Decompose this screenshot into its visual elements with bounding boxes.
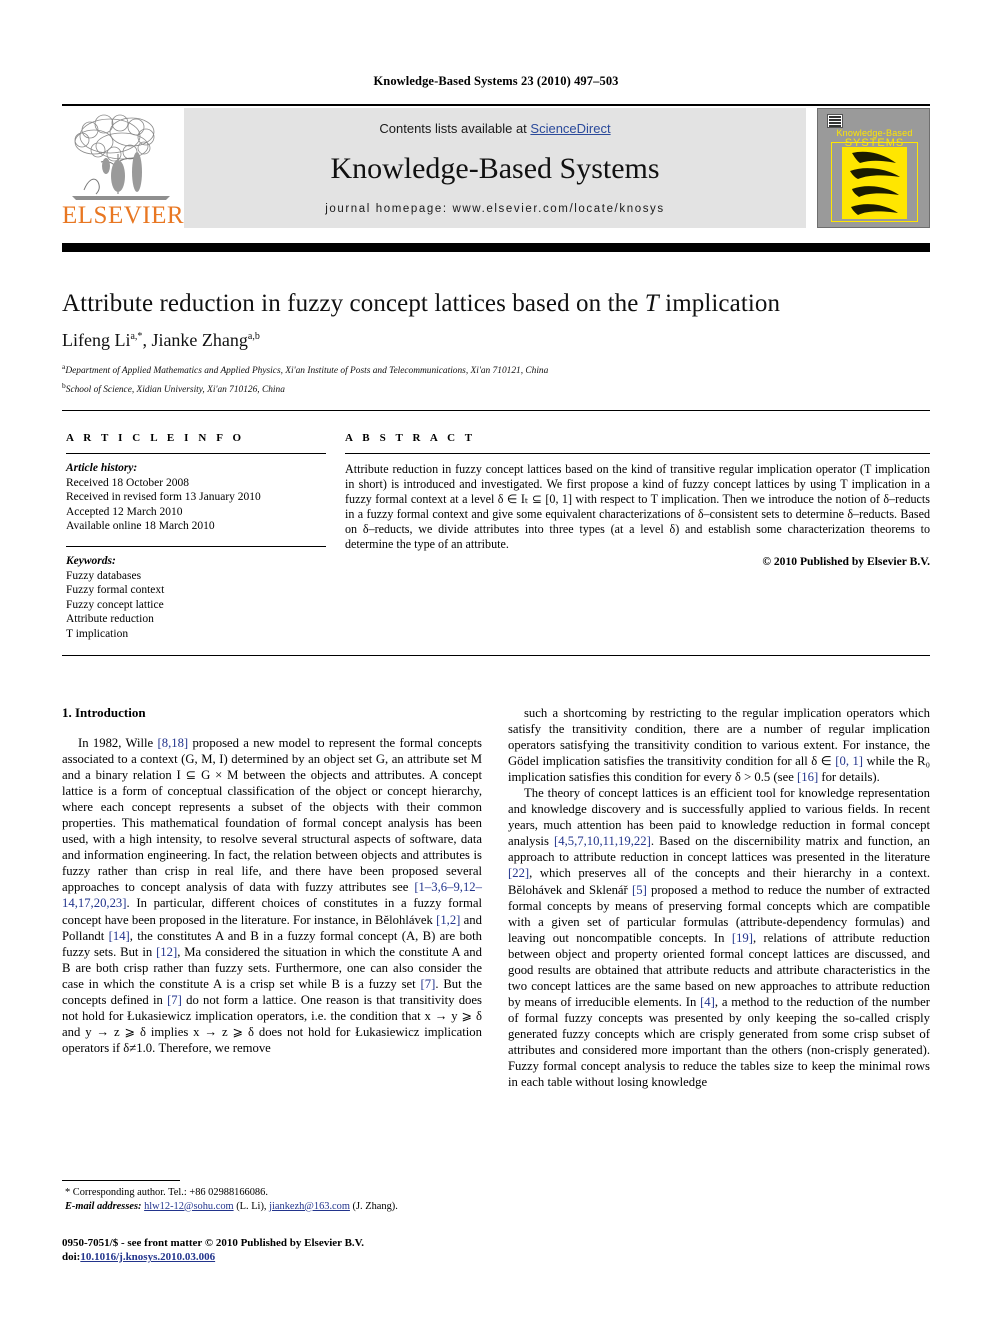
- affiliation-a-text: Department of Applied Mathematics and Ap…: [65, 366, 549, 377]
- corresponding-author-note: * Corresponding author. Tel.: +86 029881…: [65, 1187, 268, 1198]
- intro-paragraph-right-1: such a shortcoming by restricting to the…: [508, 706, 931, 785]
- body-column-left: 1. Introduction In 1982, Wille [8,18] pr…: [62, 705, 482, 1056]
- email-link-1[interactable]: hlw12-12@sohu.com: [144, 1201, 234, 1212]
- title-part-2: implication: [658, 290, 781, 317]
- author-1-sup: a,*: [130, 331, 143, 342]
- infobox-bottom-rule: [62, 655, 930, 656]
- issn-copyright-block: 0950-7051/$ - see front matter © 2010 Pu…: [62, 1236, 492, 1264]
- abstract-heading: A B S T R A C T: [345, 432, 476, 444]
- email-label: E-mail addresses:: [65, 1200, 142, 1212]
- keyword-item: Fuzzy concept lattice: [66, 598, 164, 611]
- keyword-item: T implication: [66, 627, 129, 640]
- intro-paragraph-left: In 1982, Wille [8,18] proposed a new mod…: [62, 736, 483, 1055]
- keyword-item: Fuzzy formal context: [66, 584, 165, 597]
- abstract-text: Attribute reduction in fuzzy concept lat…: [345, 462, 930, 552]
- page-title: Attribute reduction in fuzzy concept lat…: [62, 290, 930, 318]
- affiliations: aDepartment of Applied Mathematics and A…: [62, 360, 930, 397]
- doi-label: doi:: [62, 1251, 81, 1263]
- journal-homepage-line: journal homepage: www.elsevier.com/locat…: [325, 203, 665, 215]
- title-part-1: Attribute reduction in fuzzy concept lat…: [62, 290, 645, 317]
- contents-lists-prefix: Contents lists available at: [379, 121, 531, 136]
- article-history: Article history: Received 18 October 200…: [66, 461, 326, 534]
- keyword-item: Attribute reduction: [66, 613, 154, 626]
- masthead-top-rule: [62, 104, 930, 106]
- section-heading-introduction: 1. Introduction: [62, 705, 146, 720]
- history-item: Received in revised form 13 January 2010: [66, 491, 261, 504]
- infobox-top-rule: [62, 410, 930, 411]
- elsevier-wordmark: ELSEVIER: [62, 202, 185, 229]
- article-page: Knowledge-Based Systems 23 (2010) 497–50…: [0, 0, 992, 1323]
- masthead-black-bar: [62, 243, 930, 252]
- affiliation-a: aDepartment of Applied Mathematics and A…: [62, 360, 930, 379]
- footnote-rule: [62, 1180, 180, 1181]
- history-item: Received 18 October 2008: [66, 476, 189, 489]
- running-head: Knowledge-Based Systems 23 (2010) 497–50…: [373, 74, 619, 88]
- body-column-right: such a shortcoming by restricting to the…: [508, 705, 930, 1090]
- doi-line: doi:10.1016/j.knosys.2010.03.006: [62, 1250, 492, 1264]
- elsevier-tree-icon: [72, 114, 170, 200]
- elsevier-logo: ELSEVIER: [62, 108, 185, 230]
- sciencedirect-link[interactable]: ScienceDirect: [530, 121, 610, 136]
- article-info-rule: [66, 453, 326, 454]
- keywords-label: Keywords:: [66, 554, 116, 567]
- footnote-block: * Corresponding author. Tel.: +86 029881…: [62, 1180, 482, 1213]
- keywords-rule: [66, 545, 326, 547]
- cover-artwork: [842, 147, 907, 219]
- contents-lists-line: Contents lists available at ScienceDirec…: [184, 121, 806, 136]
- helix-artwork-icon: [842, 147, 907, 219]
- email-link-2[interactable]: jiankezh@163.com: [269, 1201, 350, 1212]
- abstract-rule: [345, 453, 930, 454]
- history-item: Accepted 12 March 2010: [66, 505, 183, 518]
- affiliation-b-text: School of Science, Xidian University, Xi…: [65, 384, 285, 395]
- history-item: Available online 18 March 2010: [66, 520, 215, 533]
- issn-line: 0950-7051/$ - see front matter © 2010 Pu…: [62, 1237, 364, 1249]
- title-operator: T: [644, 290, 659, 317]
- author-list: Lifeng Lia,*, Jianke Zhanga,b: [62, 330, 930, 351]
- journal-banner: Contents lists available at ScienceDirec…: [184, 108, 806, 228]
- cover-stamp-icon: [827, 114, 843, 128]
- abstract-copyright: © 2010 Published by Elsevier B.V.: [762, 554, 930, 568]
- email-addresses-note: E-mail addresses: hlw12-12@sohu.com (L. …: [62, 1200, 482, 1214]
- author-2: , Jianke Zhang: [142, 330, 248, 350]
- keyword-item: Fuzzy databases: [66, 569, 142, 582]
- article-history-label: Article history:: [66, 462, 138, 474]
- author-2-sup: a,b: [247, 331, 260, 342]
- email-owner-1: (L. Li),: [233, 1200, 270, 1212]
- keywords-block: Keywords: Fuzzy databases Fuzzy formal c…: [66, 554, 326, 642]
- journal-title: Knowledge-Based Systems: [330, 152, 660, 185]
- intro-paragraph-right-2: The theory of concept lattices is an eff…: [508, 786, 930, 1090]
- abstract-column: A B S T R A C T Attribute reduction in f…: [345, 432, 930, 568]
- affiliation-b: bSchool of Science, Xidian University, X…: [62, 379, 930, 398]
- author-1: Lifeng Li: [62, 330, 131, 350]
- masthead: ELSEVIER Contents lists available at Sci…: [62, 108, 930, 230]
- article-info-column: A R T I C L E I N F O Article history: R…: [66, 432, 326, 642]
- doi-link[interactable]: 10.1016/j.knosys.2010.03.006: [80, 1251, 215, 1263]
- article-info-heading: A R T I C L E I N F O: [66, 432, 245, 444]
- email-owner-2: (J. Zhang).: [349, 1200, 398, 1212]
- journal-cover-thumbnail: Knowledge-Based SYSTEMS: [817, 108, 930, 228]
